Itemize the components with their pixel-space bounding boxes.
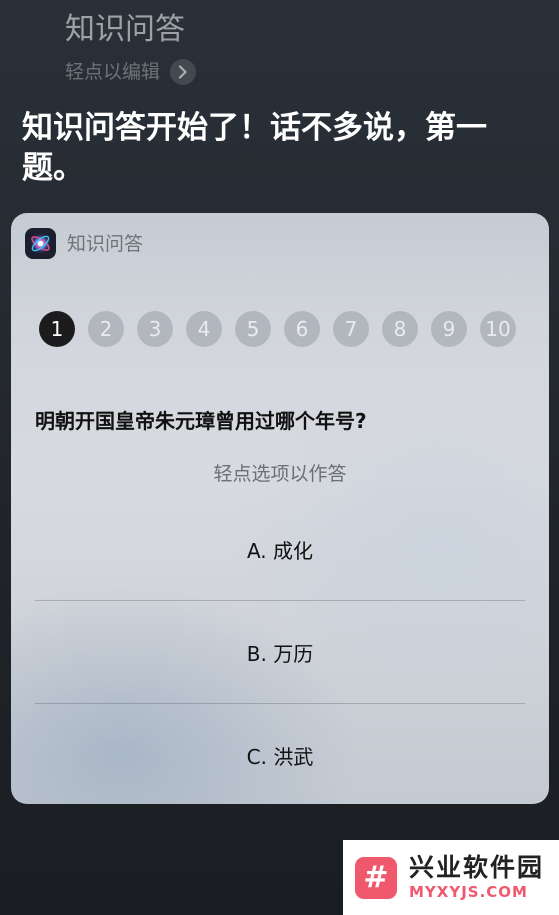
- edit-query-row[interactable]: 轻点以编辑: [65, 58, 197, 86]
- step-indicator-1: 1: [39, 311, 75, 347]
- option-c[interactable]: C. 洪武: [35, 704, 525, 804]
- watermark-text: 兴业软件园 MYXYJS.COM: [409, 855, 544, 900]
- edit-hint: 轻点以编辑: [65, 61, 161, 83]
- app-name: 知识问答: [67, 232, 144, 255]
- step-indicator-2: 2: [88, 311, 124, 347]
- option-b[interactable]: B. 万历: [35, 601, 525, 704]
- step-indicator-7: 7: [333, 311, 369, 347]
- watermark-name: 兴业软件园: [409, 853, 545, 882]
- chevron-right-icon: [178, 65, 187, 79]
- answer-hint: 轻点选项以作答: [213, 463, 347, 485]
- question-progress: 1 2 3 4 5 6 7 8 9 10: [39, 311, 516, 347]
- edit-button[interactable]: [170, 59, 197, 85]
- answer-options: A. 成化 B. 万历 C. 洪武: [35, 498, 525, 804]
- hash-logo-icon: #: [355, 856, 397, 899]
- option-a[interactable]: A. 成化: [35, 498, 525, 601]
- question-text: 明朝开国皇帝朱元璋曾用过哪个年号?: [35, 409, 367, 433]
- step-indicator-10: 10: [480, 311, 516, 347]
- siri-response: 知识问答开始了！话不多说，第一题。: [22, 110, 487, 186]
- watermark-domain: MYXYJS.COM: [409, 883, 528, 901]
- step-indicator-8: 8: [382, 311, 418, 347]
- step-indicator-4: 4: [186, 311, 222, 347]
- card-header: 知识问答: [25, 228, 143, 259]
- watermark: # 兴业软件园 MYXYJS.COM: [343, 840, 559, 915]
- siri-orb-icon: [25, 228, 56, 259]
- step-indicator-6: 6: [284, 311, 320, 347]
- step-indicator-5: 5: [235, 311, 271, 347]
- step-indicator-3: 3: [137, 311, 173, 347]
- query-title: 知识问答: [65, 12, 185, 47]
- quiz-card: 知识问答 1 2 3 4 5 6 7 8 9 10 明朝开国皇帝朱元璋曾用过哪个…: [11, 213, 549, 804]
- step-indicator-9: 9: [431, 311, 467, 347]
